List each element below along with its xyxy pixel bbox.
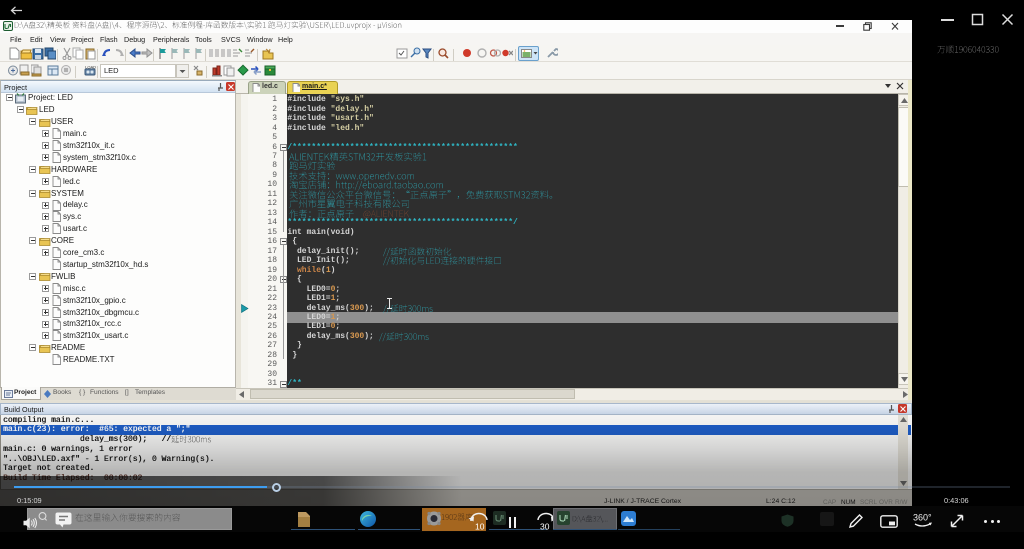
svg-text:30: 30 bbox=[540, 522, 550, 532]
svg-text:10: 10 bbox=[475, 522, 485, 532]
svg-text:LOAD: LOAD bbox=[85, 65, 96, 70]
svg-text:360°: 360° bbox=[913, 513, 932, 523]
